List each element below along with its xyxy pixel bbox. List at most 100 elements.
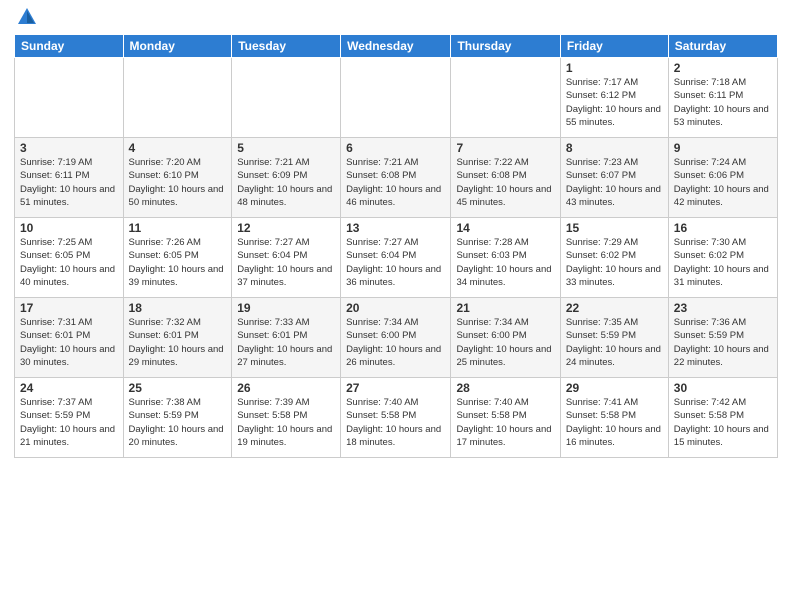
day-number: 30: [674, 381, 772, 395]
calendar-cell: 27Sunrise: 7:40 AM Sunset: 5:58 PM Dayli…: [341, 378, 451, 458]
calendar-cell: 16Sunrise: 7:30 AM Sunset: 6:02 PM Dayli…: [668, 218, 777, 298]
day-number: 19: [237, 301, 335, 315]
calendar-cell: 12Sunrise: 7:27 AM Sunset: 6:04 PM Dayli…: [232, 218, 341, 298]
day-info: Sunrise: 7:26 AM Sunset: 6:05 PM Dayligh…: [129, 236, 227, 289]
calendar-row-2: 10Sunrise: 7:25 AM Sunset: 6:05 PM Dayli…: [15, 218, 778, 298]
calendar-cell: 17Sunrise: 7:31 AM Sunset: 6:01 PM Dayli…: [15, 298, 124, 378]
weekday-header-saturday: Saturday: [668, 35, 777, 58]
calendar-cell: 1Sunrise: 7:17 AM Sunset: 6:12 PM Daylig…: [560, 58, 668, 138]
calendar-cell: 18Sunrise: 7:32 AM Sunset: 6:01 PM Dayli…: [123, 298, 232, 378]
day-number: 11: [129, 221, 227, 235]
day-number: 20: [346, 301, 445, 315]
day-info: Sunrise: 7:19 AM Sunset: 6:11 PM Dayligh…: [20, 156, 118, 209]
day-info: Sunrise: 7:20 AM Sunset: 6:10 PM Dayligh…: [129, 156, 227, 209]
day-number: 22: [566, 301, 663, 315]
day-number: 1: [566, 61, 663, 75]
calendar-cell: 30Sunrise: 7:42 AM Sunset: 5:58 PM Dayli…: [668, 378, 777, 458]
calendar-cell: 9Sunrise: 7:24 AM Sunset: 6:06 PM Daylig…: [668, 138, 777, 218]
weekday-header-monday: Monday: [123, 35, 232, 58]
day-info: Sunrise: 7:33 AM Sunset: 6:01 PM Dayligh…: [237, 316, 335, 369]
day-number: 23: [674, 301, 772, 315]
calendar-cell: 19Sunrise: 7:33 AM Sunset: 6:01 PM Dayli…: [232, 298, 341, 378]
day-info: Sunrise: 7:40 AM Sunset: 5:58 PM Dayligh…: [456, 396, 554, 449]
calendar-cell: 8Sunrise: 7:23 AM Sunset: 6:07 PM Daylig…: [560, 138, 668, 218]
calendar-cell: 4Sunrise: 7:20 AM Sunset: 6:10 PM Daylig…: [123, 138, 232, 218]
day-info: Sunrise: 7:30 AM Sunset: 6:02 PM Dayligh…: [674, 236, 772, 289]
logo: [14, 10, 38, 28]
calendar-row-0: 1Sunrise: 7:17 AM Sunset: 6:12 PM Daylig…: [15, 58, 778, 138]
day-info: Sunrise: 7:38 AM Sunset: 5:59 PM Dayligh…: [129, 396, 227, 449]
page: SundayMondayTuesdayWednesdayThursdayFrid…: [0, 0, 792, 466]
day-info: Sunrise: 7:39 AM Sunset: 5:58 PM Dayligh…: [237, 396, 335, 449]
calendar-cell: 10Sunrise: 7:25 AM Sunset: 6:05 PM Dayli…: [15, 218, 124, 298]
day-info: Sunrise: 7:41 AM Sunset: 5:58 PM Dayligh…: [566, 396, 663, 449]
logo-icon: [16, 6, 38, 28]
day-number: 26: [237, 381, 335, 395]
calendar-cell: 25Sunrise: 7:38 AM Sunset: 5:59 PM Dayli…: [123, 378, 232, 458]
calendar-cell: [15, 58, 124, 138]
day-number: 18: [129, 301, 227, 315]
weekday-header-friday: Friday: [560, 35, 668, 58]
day-number: 4: [129, 141, 227, 155]
calendar-cell: 15Sunrise: 7:29 AM Sunset: 6:02 PM Dayli…: [560, 218, 668, 298]
calendar-cell: [451, 58, 560, 138]
calendar-row-4: 24Sunrise: 7:37 AM Sunset: 5:59 PM Dayli…: [15, 378, 778, 458]
day-number: 25: [129, 381, 227, 395]
calendar-row-1: 3Sunrise: 7:19 AM Sunset: 6:11 PM Daylig…: [15, 138, 778, 218]
day-info: Sunrise: 7:23 AM Sunset: 6:07 PM Dayligh…: [566, 156, 663, 209]
weekday-header-sunday: Sunday: [15, 35, 124, 58]
weekday-header-thursday: Thursday: [451, 35, 560, 58]
day-info: Sunrise: 7:37 AM Sunset: 5:59 PM Dayligh…: [20, 396, 118, 449]
day-number: 13: [346, 221, 445, 235]
day-number: 17: [20, 301, 118, 315]
day-number: 6: [346, 141, 445, 155]
calendar-cell: [232, 58, 341, 138]
day-info: Sunrise: 7:27 AM Sunset: 6:04 PM Dayligh…: [346, 236, 445, 289]
day-number: 21: [456, 301, 554, 315]
day-info: Sunrise: 7:40 AM Sunset: 5:58 PM Dayligh…: [346, 396, 445, 449]
header: [14, 10, 778, 28]
calendar-cell: 23Sunrise: 7:36 AM Sunset: 5:59 PM Dayli…: [668, 298, 777, 378]
calendar-cell: 20Sunrise: 7:34 AM Sunset: 6:00 PM Dayli…: [341, 298, 451, 378]
day-number: 12: [237, 221, 335, 235]
calendar-cell: 2Sunrise: 7:18 AM Sunset: 6:11 PM Daylig…: [668, 58, 777, 138]
calendar-cell: 13Sunrise: 7:27 AM Sunset: 6:04 PM Dayli…: [341, 218, 451, 298]
day-info: Sunrise: 7:21 AM Sunset: 6:08 PM Dayligh…: [346, 156, 445, 209]
calendar-row-3: 17Sunrise: 7:31 AM Sunset: 6:01 PM Dayli…: [15, 298, 778, 378]
day-info: Sunrise: 7:27 AM Sunset: 6:04 PM Dayligh…: [237, 236, 335, 289]
day-info: Sunrise: 7:34 AM Sunset: 6:00 PM Dayligh…: [346, 316, 445, 369]
day-number: 27: [346, 381, 445, 395]
calendar-cell: [341, 58, 451, 138]
calendar-cell: 28Sunrise: 7:40 AM Sunset: 5:58 PM Dayli…: [451, 378, 560, 458]
day-info: Sunrise: 7:32 AM Sunset: 6:01 PM Dayligh…: [129, 316, 227, 369]
weekday-header-wednesday: Wednesday: [341, 35, 451, 58]
day-info: Sunrise: 7:35 AM Sunset: 5:59 PM Dayligh…: [566, 316, 663, 369]
calendar-cell: 29Sunrise: 7:41 AM Sunset: 5:58 PM Dayli…: [560, 378, 668, 458]
calendar-cell: 3Sunrise: 7:19 AM Sunset: 6:11 PM Daylig…: [15, 138, 124, 218]
day-number: 9: [674, 141, 772, 155]
day-number: 24: [20, 381, 118, 395]
day-number: 28: [456, 381, 554, 395]
day-info: Sunrise: 7:18 AM Sunset: 6:11 PM Dayligh…: [674, 76, 772, 129]
calendar-cell: 14Sunrise: 7:28 AM Sunset: 6:03 PM Dayli…: [451, 218, 560, 298]
calendar-cell: [123, 58, 232, 138]
day-number: 10: [20, 221, 118, 235]
calendar-cell: 5Sunrise: 7:21 AM Sunset: 6:09 PM Daylig…: [232, 138, 341, 218]
day-number: 3: [20, 141, 118, 155]
day-number: 8: [566, 141, 663, 155]
weekday-header-tuesday: Tuesday: [232, 35, 341, 58]
calendar-cell: 11Sunrise: 7:26 AM Sunset: 6:05 PM Dayli…: [123, 218, 232, 298]
day-info: Sunrise: 7:34 AM Sunset: 6:00 PM Dayligh…: [456, 316, 554, 369]
day-number: 15: [566, 221, 663, 235]
calendar-cell: 6Sunrise: 7:21 AM Sunset: 6:08 PM Daylig…: [341, 138, 451, 218]
day-number: 7: [456, 141, 554, 155]
calendar-cell: 26Sunrise: 7:39 AM Sunset: 5:58 PM Dayli…: [232, 378, 341, 458]
day-info: Sunrise: 7:31 AM Sunset: 6:01 PM Dayligh…: [20, 316, 118, 369]
day-number: 29: [566, 381, 663, 395]
day-number: 5: [237, 141, 335, 155]
day-info: Sunrise: 7:42 AM Sunset: 5:58 PM Dayligh…: [674, 396, 772, 449]
day-info: Sunrise: 7:22 AM Sunset: 6:08 PM Dayligh…: [456, 156, 554, 209]
day-number: 14: [456, 221, 554, 235]
day-info: Sunrise: 7:36 AM Sunset: 5:59 PM Dayligh…: [674, 316, 772, 369]
calendar-cell: 7Sunrise: 7:22 AM Sunset: 6:08 PM Daylig…: [451, 138, 560, 218]
